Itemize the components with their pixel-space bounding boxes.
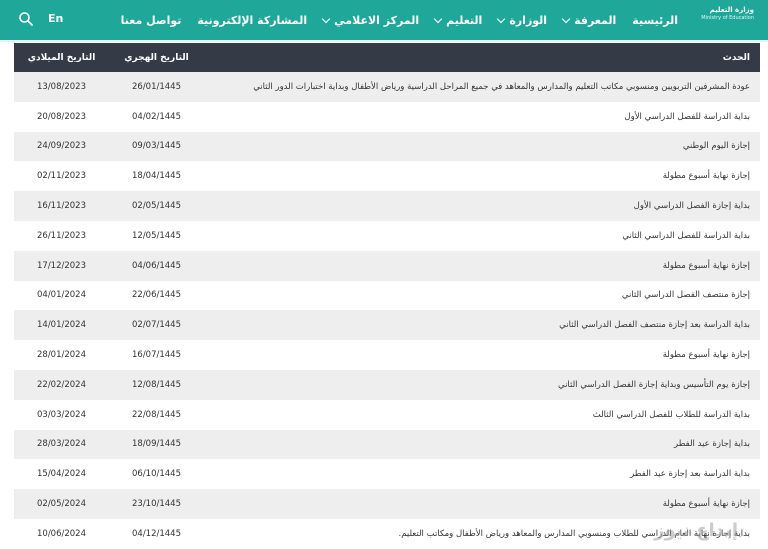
hijri-date-cell: 02/07/1445 bbox=[109, 310, 204, 341]
table-row: إجازة نهاية أسبوع مطولة 04/06/1445 17/12/2… bbox=[14, 250, 760, 281]
table-body: عودة المشرفين التربويين ومنسوبي مكاتب ال… bbox=[14, 72, 760, 549]
event-cell: بداية الدراسة للطلاب للفصل الدراسي الثال… bbox=[592, 409, 750, 420]
search-icon[interactable] bbox=[18, 11, 34, 27]
nav-item-ministry[interactable]: الوزارة bbox=[497, 14, 547, 27]
gregorian-date-cell: 14/01/2024 bbox=[14, 310, 109, 341]
gregorian-date-cell: 22/02/2024 bbox=[14, 369, 109, 400]
gregorian-date-cell: 02/05/2024 bbox=[14, 489, 109, 519]
gregorian-date-cell: 16/11/2023 bbox=[14, 191, 109, 221]
chevron-down-icon bbox=[497, 14, 506, 23]
gregorian-date-cell: 26/11/2023 bbox=[37, 230, 86, 241]
table-row: إجازة اليوم الوطني 09/03/1445 24/09/2023 bbox=[14, 131, 760, 162]
hijri-date-cell: 02/05/1445 bbox=[109, 191, 204, 221]
gregorian-date-cell: 20/08/2023 bbox=[37, 111, 86, 122]
event-cell: إجازة نهاية أسبوع مطولة bbox=[662, 350, 750, 361]
table-row: إجازة نهاية أسبوع مطولة 23/10/1445 02/05/2… bbox=[14, 489, 760, 519]
hijri-date-cell: 26/01/1445 bbox=[109, 72, 204, 102]
table-row: عودة المشرفين التربويين ومنسوبي مكاتب ال… bbox=[14, 72, 760, 102]
top-navigation-bar: En الرئيسية المعرفة الوزارة التعليم المر… bbox=[0, 0, 768, 40]
event-cell: بداية الدراسة بعد إجازة منتصف الفصل الدر… bbox=[204, 310, 760, 341]
event-cell: إجازة نهاية أسبوع مطولة bbox=[662, 171, 750, 182]
event-cell: بداية إجازة عيد الفطر bbox=[204, 429, 760, 460]
hijri-date-cell: 22/08/1445 bbox=[132, 409, 181, 420]
gregorian-date-cell: 04/01/2024 bbox=[37, 290, 86, 301]
event-cell: إجازة اليوم الوطني bbox=[204, 131, 760, 162]
header-divider bbox=[0, 40, 768, 42]
table-row: بداية الدراسة للفصل الدراسي الثاني 12/05/… bbox=[14, 221, 760, 251]
gregorian-date-cell: 17/12/2023 bbox=[14, 250, 109, 281]
table-row: إجازة منتصف الفصل الدراسي الثاني 22/06/14… bbox=[14, 281, 760, 311]
table-row: بداية إجازة الفصل الدراسي الأول 02/05/144… bbox=[14, 191, 760, 221]
gregorian-date-cell: 28/03/2024 bbox=[14, 429, 109, 460]
chevron-down-icon bbox=[561, 14, 571, 23]
hijri-date-cell: 12/05/1445 bbox=[132, 230, 181, 241]
table-row: بداية الدراسة للفصل الدراسي الأول 04/02/1… bbox=[14, 102, 760, 132]
nav-item-home[interactable]: الرئيسية bbox=[632, 14, 678, 27]
hijri-date-cell: 12/08/1445 bbox=[109, 369, 204, 400]
table-row: إجازة يوم التأسيس وبداية إجازة الفصل الد… bbox=[14, 369, 760, 400]
gregorian-date-cell: 10/06/2024 bbox=[37, 528, 86, 539]
gregorian-date-cell: 24/09/2023 bbox=[14, 131, 109, 162]
table-row: بداية الدراسة بعد إجازة منتصف الفصل الدر… bbox=[14, 310, 760, 341]
event-cell: بداية الدراسة بعد إجازة عيد الفطر bbox=[630, 469, 750, 480]
chevron-down-icon bbox=[433, 14, 443, 23]
watermark-logo: إبداع نيوز bbox=[654, 520, 738, 541]
event-cell: عودة المشرفين التربويين ومنسوبي مكاتب ال… bbox=[204, 72, 760, 102]
gregorian-date-cell: 03/03/2024 bbox=[37, 409, 86, 420]
table-header-row: الحدث التاريخ الهجري التاريخ الميلادي bbox=[14, 43, 760, 72]
gregorian-date-cell: 28/01/2024 bbox=[37, 350, 86, 361]
column-header-gregorian: التاريخ الميلادي bbox=[14, 43, 109, 72]
hijri-date-cell: 18/09/1445 bbox=[109, 429, 204, 460]
nav-item-media-center[interactable]: المركز الاعلامي bbox=[321, 14, 419, 27]
hijri-date-cell: 04/02/1445 bbox=[132, 111, 181, 122]
gregorian-date-cell: 13/08/2023 bbox=[14, 72, 109, 102]
event-cell: بداية الدراسة للفصل الدراسي الأول bbox=[624, 111, 750, 122]
event-cell: بداية الدراسة للفصل الدراسي الثاني bbox=[622, 230, 750, 241]
hijri-date-cell: 22/06/1445 bbox=[132, 290, 181, 301]
hijri-date-cell: 06/10/1445 bbox=[132, 469, 181, 480]
main-nav: الرئيسية المعرفة الوزارة التعليم المركز … bbox=[121, 0, 678, 40]
hijri-date-cell: 23/10/1445 bbox=[109, 489, 204, 519]
nav-item-contact[interactable]: تواصل معنا bbox=[121, 14, 182, 27]
nav-item-knowledge[interactable]: المعرفة bbox=[561, 14, 616, 27]
gregorian-date-cell: 15/04/2024 bbox=[37, 469, 86, 480]
table-row: بداية الدراسة بعد إجازة عيد الفطر 06/10/1… bbox=[14, 459, 760, 489]
hijri-date-cell: 09/03/1445 bbox=[109, 131, 204, 162]
event-cell: إجازة نهاية أسبوع مطولة bbox=[204, 250, 760, 281]
chevron-down-icon bbox=[321, 14, 331, 23]
hijri-date-cell: 04/06/1445 bbox=[109, 250, 204, 281]
hijri-date-cell: 04/12/1445 bbox=[132, 528, 181, 539]
hijri-date-cell: 16/07/1445 bbox=[132, 350, 181, 361]
ministry-logo[interactable]: وزارة التعليم Ministry of Education bbox=[684, 6, 754, 34]
table-row: بداية إجازة عيد الفطر 18/09/1445 28/03/202… bbox=[14, 429, 760, 460]
event-cell: بداية إجازة الفصل الدراسي الأول bbox=[204, 191, 760, 221]
nav-item-education[interactable]: التعليم bbox=[433, 14, 482, 27]
event-cell: إجازة يوم التأسيس وبداية إجازة الفصل الد… bbox=[204, 369, 760, 400]
hijri-date-cell: 18/04/1445 bbox=[132, 171, 181, 182]
event-cell: إجازة نهاية أسبوع مطولة bbox=[204, 489, 760, 519]
calendar-table: الحدث التاريخ الهجري التاريخ الميلادي عو… bbox=[14, 43, 760, 549]
table-row: بداية الدراسة للطلاب للفصل الدراسي الثال… bbox=[14, 400, 760, 430]
nav-item-e-participation[interactable]: المشاركة الإلكترونية bbox=[197, 14, 307, 27]
column-header-hijri: التاريخ الهجري bbox=[109, 43, 204, 72]
event-cell: إجازة منتصف الفصل الدراسي الثاني bbox=[621, 290, 750, 301]
column-header-event: الحدث bbox=[204, 43, 760, 72]
table-row: إجازة نهاية أسبوع مطولة 16/07/1445 28/01/2… bbox=[14, 340, 760, 370]
language-toggle[interactable]: En bbox=[48, 12, 63, 25]
gregorian-date-cell: 02/11/2023 bbox=[37, 171, 86, 182]
table-row: إجازة نهاية أسبوع مطولة 18/04/1445 02/11/2… bbox=[14, 161, 760, 191]
